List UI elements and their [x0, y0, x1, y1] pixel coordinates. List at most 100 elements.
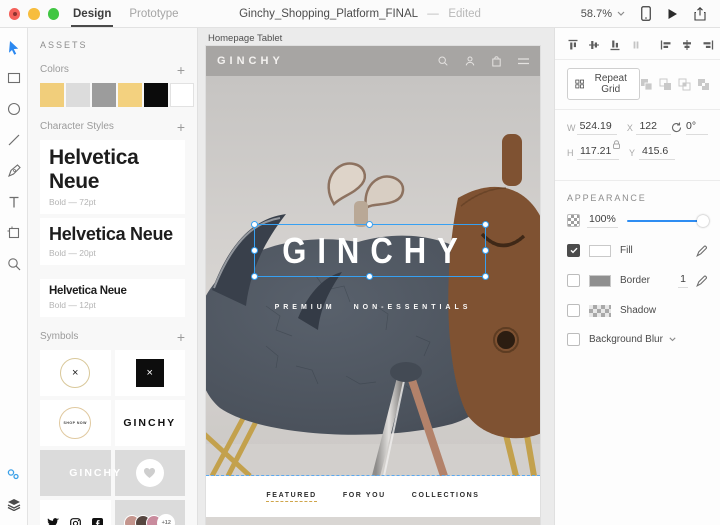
add-symbol-button[interactable]: + [177, 332, 185, 342]
color-swatch[interactable] [118, 83, 142, 107]
shadow-chip[interactable] [589, 305, 611, 317]
resize-handle-s[interactable] [366, 273, 373, 280]
assets-panel: ASSETS Colors + Character Styles + Helve… [28, 28, 198, 525]
border-width-field[interactable]: 1 [678, 273, 688, 288]
property-inspector: Repeat Grid W 524.19 X 122 [554, 28, 720, 525]
play-preview-icon[interactable] [667, 8, 678, 20]
rectangle-tool-icon[interactable] [5, 69, 23, 87]
resize-handle-se[interactable] [482, 273, 489, 280]
character-style-meta: Bold — 20pt [49, 248, 176, 258]
opacity-value[interactable]: 100% [587, 213, 618, 228]
align-middle-vertical-icon[interactable] [588, 38, 600, 51]
selected-text-bounding-box[interactable]: GINCHY [254, 224, 486, 277]
pen-tool-icon[interactable] [5, 162, 23, 180]
titlebar: Design Prototype Ginchy_Shopping_Platfor… [0, 0, 720, 28]
eyedropper-icon[interactable] [696, 275, 708, 287]
symbol-close-dark[interactable]: × [115, 350, 186, 396]
ellipse-tool-icon[interactable] [5, 100, 23, 118]
menu-icon [518, 58, 529, 65]
symbol-wordmark-light[interactable]: GINCHY [40, 450, 111, 496]
width-field[interactable]: 524.19 [577, 120, 617, 135]
align-top-icon[interactable] [567, 38, 579, 51]
symbol-close-light[interactable]: × [40, 350, 111, 396]
boolean-add-icon[interactable] [640, 78, 653, 91]
resize-handle-ne[interactable] [482, 221, 489, 228]
align-right-icon[interactable] [702, 38, 714, 51]
symbol-social-links[interactable] [40, 500, 111, 525]
artboard-homepage-tablet[interactable]: GINCHY [206, 46, 540, 525]
shadow-checkbox[interactable] [567, 304, 580, 317]
border-color-chip[interactable] [589, 275, 611, 287]
chevron-down-icon [617, 11, 625, 16]
resize-handle-sw[interactable] [251, 273, 258, 280]
tab-prototype[interactable]: Prototype [129, 0, 178, 27]
boolean-exclude-icon[interactable] [697, 78, 710, 91]
hero-image[interactable]: GINCHY PREMIUM NON-ESSENTIALS [206, 76, 540, 476]
eyedropper-icon[interactable] [696, 245, 708, 257]
hero-subtitle-text[interactable]: PREMIUM NON-ESSENTIALS [206, 304, 540, 311]
assets-panel-icon[interactable] [5, 465, 23, 483]
color-swatch[interactable] [92, 83, 116, 107]
opacity-slider-knob[interactable] [697, 215, 709, 227]
zoom-level-dropdown[interactable]: 58.7% [581, 8, 625, 20]
canvas[interactable]: Homepage Tablet GINCHY [198, 28, 554, 525]
color-swatch[interactable] [170, 83, 194, 107]
add-color-button[interactable]: + [177, 65, 185, 75]
symbol-wordmark-dark[interactable]: GINCHY [115, 400, 186, 446]
character-style-item[interactable]: Helvetica Neue Bold — 72pt [40, 140, 185, 214]
resize-handle-nw[interactable] [251, 221, 258, 228]
line-tool-icon[interactable] [5, 131, 23, 149]
border-checkbox[interactable] [567, 274, 580, 287]
align-bottom-icon[interactable] [609, 38, 621, 51]
colors-section-label: Colors [40, 64, 69, 75]
boolean-intersect-icon[interactable] [678, 78, 691, 91]
add-character-style-button[interactable]: + [177, 122, 185, 132]
fill-color-chip[interactable] [589, 245, 611, 257]
nav-collections[interactable]: COLLECTIONS [412, 492, 480, 501]
close-window-button[interactable] [9, 8, 20, 20]
align-left-icon[interactable] [660, 38, 672, 51]
minimize-window-button[interactable] [28, 8, 39, 20]
share-icon[interactable] [694, 7, 706, 21]
text-tool-icon[interactable] [5, 193, 23, 211]
character-style-item[interactable]: Helvetica Neue Bold — 12pt [40, 279, 185, 317]
character-style-item[interactable]: Helvetica Neue Bold — 20pt [40, 218, 185, 265]
hero-title-text[interactable]: GINCHY [271, 229, 469, 271]
chevron-down-icon[interactable] [669, 337, 676, 342]
fill-checkbox[interactable] [567, 244, 580, 257]
y-field[interactable]: 415.6 [639, 145, 675, 160]
symbol-favorite[interactable] [115, 450, 186, 496]
nav-for-you[interactable]: FOR YOU [343, 492, 386, 501]
distribute-horizontal-icon[interactable] [630, 38, 642, 51]
lock-aspect-ratio-icon[interactable] [612, 140, 621, 150]
color-swatch[interactable] [66, 83, 90, 107]
x-field[interactable]: 122 [636, 120, 671, 135]
opacity-row: 100% [555, 205, 720, 236]
symbol-shop-now-button[interactable]: SHOP NOW [40, 400, 111, 446]
title-dash: — [427, 8, 439, 20]
character-style-name: Helvetica Neue [49, 146, 176, 194]
device-preview-icon[interactable] [641, 6, 651, 21]
artboard-content-below [206, 517, 540, 525]
zoom-tool-icon[interactable] [5, 255, 23, 273]
layers-panel-icon[interactable] [5, 495, 23, 513]
nav-featured[interactable]: FEATURED [266, 492, 316, 502]
boolean-subtract-icon[interactable] [659, 78, 672, 91]
resize-handle-e[interactable] [482, 247, 489, 254]
artboard-category-nav: FEATURED FOR YOU COLLECTIONS [206, 476, 540, 517]
select-tool-icon[interactable] [5, 38, 23, 56]
tab-design[interactable]: Design [73, 0, 111, 27]
artboard-tool-icon[interactable] [5, 224, 23, 242]
color-swatch[interactable] [40, 83, 64, 107]
opacity-slider[interactable] [627, 215, 708, 227]
resize-handle-n[interactable] [366, 221, 373, 228]
rotation-field[interactable]: 0° [686, 120, 708, 135]
artboard-label[interactable]: Homepage Tablet [208, 33, 282, 44]
align-center-horizontal-icon[interactable] [681, 38, 693, 51]
color-swatch[interactable] [144, 83, 168, 107]
symbol-avatars-group[interactable]: +12 [115, 500, 186, 525]
fullscreen-window-button[interactable] [48, 8, 59, 20]
repeat-grid-button[interactable]: Repeat Grid [567, 68, 640, 100]
resize-handle-w[interactable] [251, 247, 258, 254]
background-blur-checkbox[interactable] [567, 333, 580, 346]
